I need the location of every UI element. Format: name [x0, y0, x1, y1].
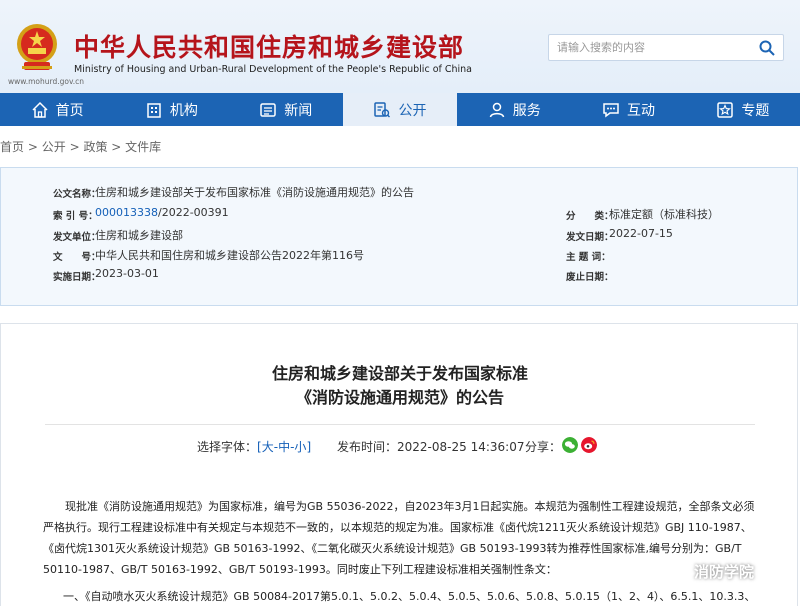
- article-divider: [45, 424, 755, 425]
- article-paragraph: 现批准《消防设施通用规范》为国家标准，编号为GB 55036-2022，自202…: [43, 500, 755, 576]
- nav-item-label: 机构: [169, 102, 198, 119]
- building-icon: [147, 102, 161, 118]
- nav-item-label: 新闻: [284, 102, 313, 119]
- document-info-panel: 公文名称： 住房和城乡建设部关于发布国家标准《消防设施通用规范》的公告 索 引 …: [0, 167, 798, 306]
- nav-item-interaction[interactable]: 互动: [571, 93, 685, 126]
- repeal-date-label: 废止日期：: [566, 272, 614, 283]
- keywords-label: 主 题 词：: [566, 252, 611, 263]
- wechat-logo-icon: [660, 560, 687, 581]
- site-title-en: Ministry of Housing and Urban-Rural Deve…: [74, 64, 473, 75]
- effective-date-label: 实施日期：: [53, 272, 101, 283]
- site-header: 中华人民共和国住房和城乡建设部 Ministry of Housing and …: [0, 0, 800, 93]
- doc-title-label: 公文名称：: [53, 189, 101, 200]
- nav-item-organization[interactable]: 机构: [114, 93, 228, 126]
- publish-time-value: 2022-08-25 14:36:07: [397, 440, 525, 454]
- doc-title-value: 住房和城乡建设部关于发布国家标准《消防设施通用规范》的公告: [95, 186, 414, 199]
- article-title-line2: 《消防设施通用规范》的公告: [295, 388, 504, 407]
- font-medium-link[interactable]: 中: [278, 440, 290, 454]
- nav-item-label: 专题: [741, 102, 770, 119]
- nav-item-label: 服务: [512, 102, 541, 119]
- service-icon: [489, 102, 505, 117]
- watermark-text: 消防学院: [694, 562, 755, 581]
- issue-date-label: 发文日期：: [566, 232, 614, 243]
- main-nav: 首页 机构 新闻 公开 服务 互动 专题: [0, 93, 800, 126]
- search-icon[interactable]: [759, 40, 775, 56]
- breadcrumb-library[interactable]: 文件库: [125, 140, 161, 154]
- index-suffix: /2022-00391: [158, 206, 229, 219]
- doc-number-label: 文 号：: [53, 252, 101, 263]
- national-emblem-icon[interactable]: [14, 22, 60, 74]
- font-size-label: 选择字体：: [197, 440, 258, 454]
- issue-date-value: 2022-07-15: [609, 227, 673, 240]
- font-bracket-close: ]: [306, 440, 312, 454]
- nav-item-label: 首页: [55, 102, 84, 119]
- chat-icon: [603, 102, 619, 117]
- breadcrumb-policy[interactable]: 政策: [83, 140, 107, 154]
- nav-item-label: 互动: [627, 102, 656, 119]
- nav-item-news[interactable]: 新闻: [229, 93, 343, 126]
- index-code[interactable]: 000013338: [95, 206, 158, 219]
- index-value: 000013338/2022-00391: [95, 206, 229, 219]
- font-size-selector: 选择字体：[大-中-小]: [197, 438, 311, 455]
- font-small-link[interactable]: 小: [294, 440, 306, 454]
- issuer-value: 住房和城乡建设部: [95, 229, 183, 242]
- home-icon: [32, 101, 48, 118]
- site-url: www.mohurd.gov.cn: [8, 77, 85, 86]
- issuer-label: 发文单位：: [53, 232, 101, 243]
- font-large-link[interactable]: 大: [262, 440, 274, 454]
- watermark: 消防学院: [660, 560, 754, 582]
- nav-item-home[interactable]: 首页: [0, 93, 114, 126]
- publish-time: 发布时间：2022-08-25 14:36:07: [337, 438, 524, 455]
- breadcrumb-home[interactable]: 首页: [0, 140, 24, 154]
- nav-item-disclosure[interactable]: 公开: [342, 93, 458, 126]
- breadcrumb-separator: >: [27, 140, 42, 154]
- breadcrumb: 首页 > 公开 > 政策 > 文件库: [0, 138, 161, 155]
- news-icon: [260, 102, 276, 117]
- disclosure-icon: [374, 101, 391, 117]
- category-label: 分 类：: [566, 211, 614, 222]
- weibo-icon[interactable]: [581, 437, 597, 453]
- breadcrumb-disclosure[interactable]: 公开: [42, 140, 66, 154]
- nav-item-topic[interactable]: 专题: [686, 93, 800, 126]
- index-label: 索 引 号：: [53, 211, 98, 222]
- topic-icon: [717, 101, 734, 118]
- article-paragraph: 一、《自动喷水灭火系统设计规范》GB 50084-2017第5.0.1、5.0.…: [63, 590, 756, 603]
- site-title[interactable]: 中华人民共和国住房和城乡建设部: [74, 28, 464, 64]
- nav-item-service[interactable]: 服务: [457, 93, 571, 126]
- publish-time-label: 发布时间：: [337, 440, 398, 454]
- search-input[interactable]: [557, 35, 747, 60]
- breadcrumb-separator: >: [111, 140, 126, 154]
- wechat-icon[interactable]: [562, 437, 578, 453]
- share-label: 分享：: [525, 440, 562, 454]
- breadcrumb-separator: >: [69, 140, 84, 154]
- category-value: 标准定额（标准科技）: [609, 208, 719, 221]
- article-title-line1: 住房和城乡建设部关于发布国家标准: [271, 364, 528, 383]
- effective-date-value: 2023-03-01: [95, 267, 159, 280]
- nav-item-label: 公开: [398, 102, 427, 119]
- doc-number-value: 中华人民共和国住房和城乡建设部公告2022年第116号: [95, 249, 364, 262]
- search-box: [548, 34, 784, 61]
